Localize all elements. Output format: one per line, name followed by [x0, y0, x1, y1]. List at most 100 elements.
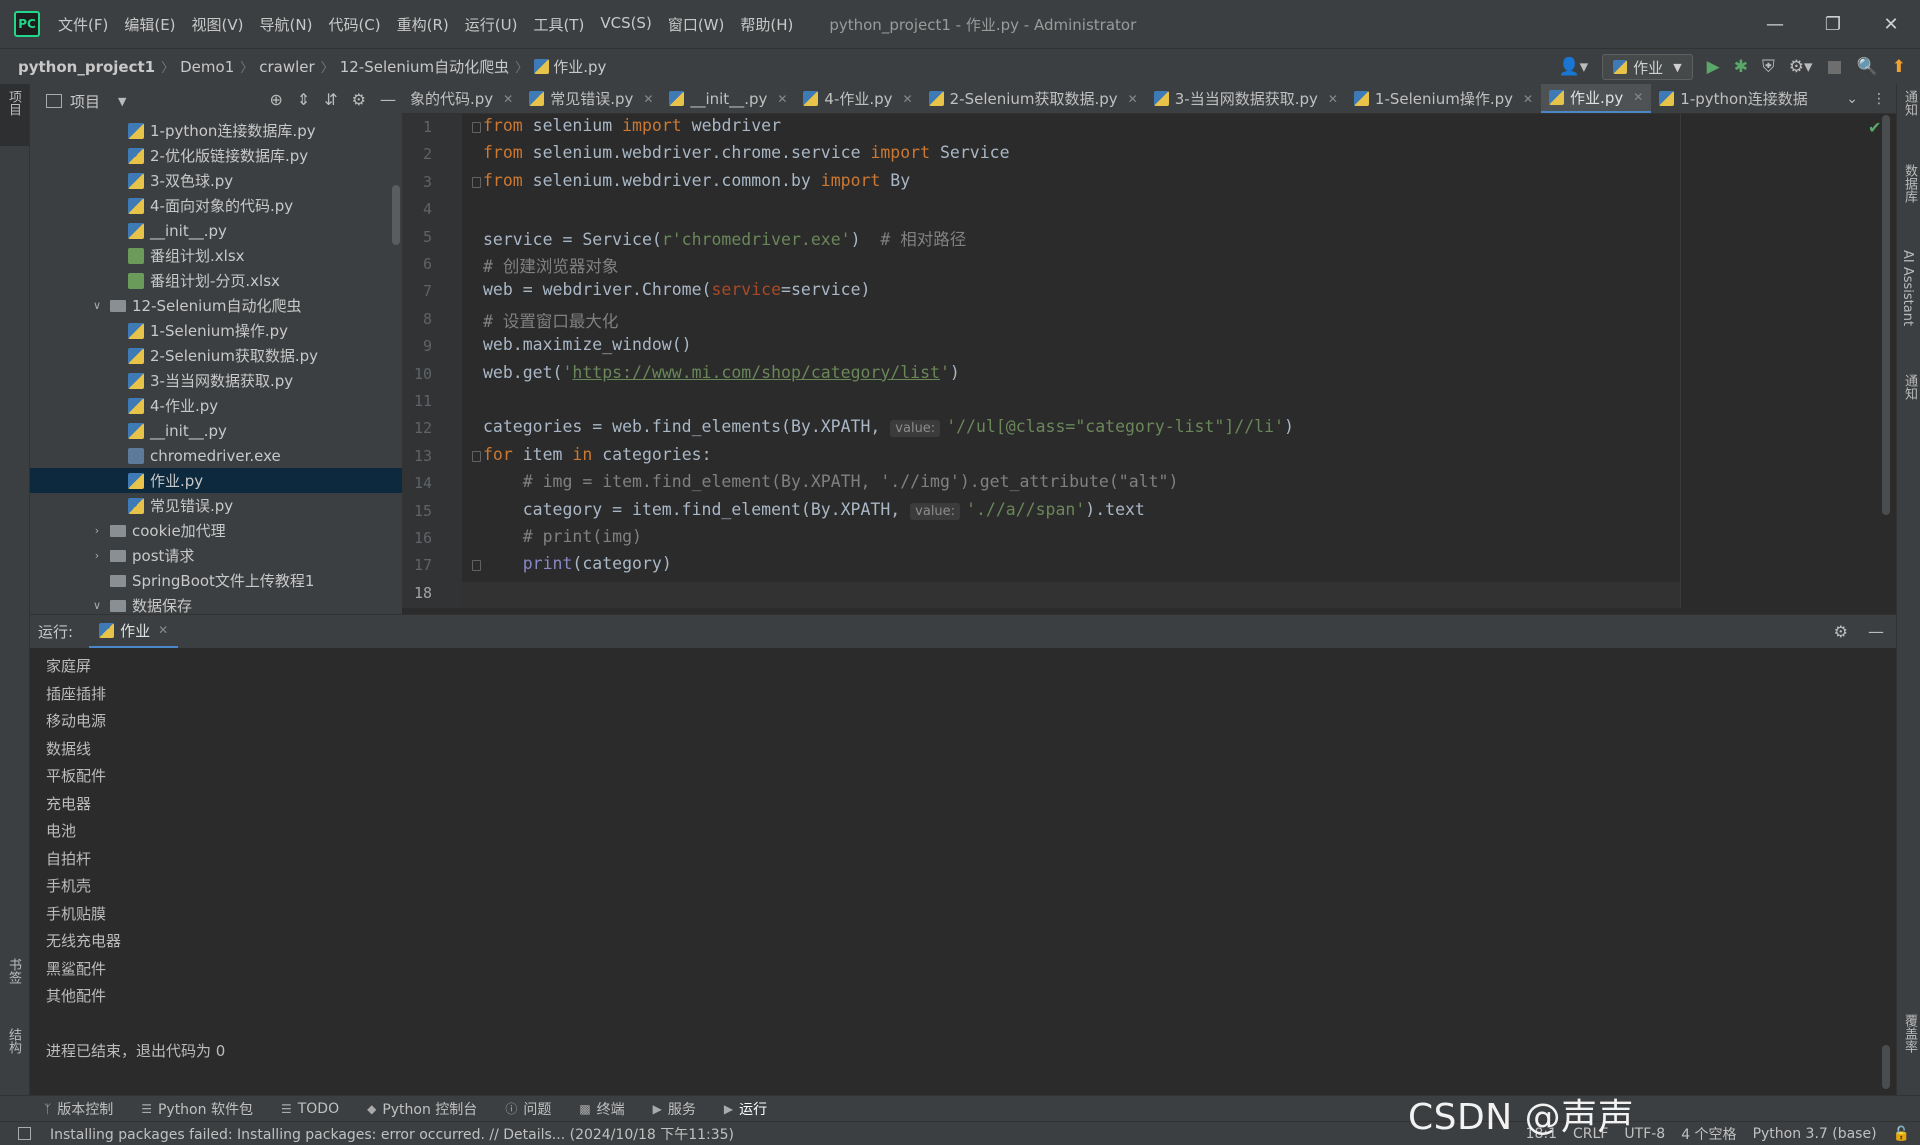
- fold-marker-icon[interactable]: [472, 176, 481, 188]
- bookmarks-tool-label[interactable]: 书签: [4, 958, 23, 984]
- menu-view[interactable]: 视图(V): [192, 14, 244, 35]
- tool-vcs[interactable]: ᛉ 版本控制: [44, 1099, 113, 1119]
- run-config-dropdown[interactable]: 作业 ▼: [1602, 54, 1693, 80]
- fold-marker-icon[interactable]: [472, 450, 481, 462]
- tree-file[interactable]: 常见错误.py: [30, 493, 402, 518]
- status-message[interactable]: Installing packages failed: Installing p…: [50, 1124, 734, 1144]
- breadcrumb-crawler[interactable]: crawler: [259, 58, 314, 76]
- tree-file[interactable]: 4-面向对象的代码.py: [30, 193, 402, 218]
- fold-marker-icon[interactable]: [472, 560, 481, 572]
- breadcrumb-demo1[interactable]: Demo1: [180, 58, 234, 76]
- tool-python-console[interactable]: ◆ Python 控制台: [367, 1099, 477, 1119]
- project-scrollbar[interactable]: [392, 185, 400, 245]
- code-line[interactable]: # print(img): [483, 527, 642, 546]
- tool-terminal[interactable]: ▩ 终端: [579, 1099, 624, 1119]
- tree-file[interactable]: 作业.py: [30, 468, 402, 493]
- run-tab[interactable]: 作业 ✕: [89, 615, 179, 649]
- settings-gear-icon[interactable]: ⚙: [1834, 622, 1848, 641]
- code-line[interactable]: web.get('https://www.mi.com/shop/categor…: [483, 363, 960, 382]
- console-scrollbar[interactable]: [1882, 1045, 1890, 1089]
- minimize-icon[interactable]: —: [1746, 14, 1804, 35]
- menu-help[interactable]: 帮助(H): [740, 14, 793, 35]
- close-tab-icon[interactable]: ✕: [1523, 92, 1533, 106]
- tree-file[interactable]: 2-Selenium获取数据.py: [30, 343, 402, 368]
- editor-tab[interactable]: 2-Selenium获取数据.py ✕: [921, 84, 1146, 113]
- editor-tab[interactable]: 4-作业.py ✕: [795, 84, 920, 113]
- breadcrumb-file[interactable]: 作业.py: [553, 56, 606, 77]
- tree-file[interactable]: 1-python连接数据库.py: [30, 118, 402, 143]
- notify-tool-label[interactable]: 通知: [1900, 374, 1919, 400]
- code-line[interactable]: web = webdriver.Chrome(service=service): [483, 280, 870, 299]
- user-icon[interactable]: 👤▾: [1558, 57, 1588, 77]
- run-console[interactable]: [30, 648, 1896, 1092]
- close-tab-icon[interactable]: ✕: [503, 92, 513, 106]
- locate-file-icon[interactable]: ⊕: [269, 90, 282, 109]
- close-tab-icon[interactable]: ✕: [158, 623, 168, 637]
- project-tool-label[interactable]: 项目: [4, 90, 23, 116]
- tree-folder[interactable]: ∨ 12-Selenium自动化爬虫: [30, 293, 402, 318]
- code-line[interactable]: category = item.find_element(By.XPATH, v…: [483, 500, 1145, 520]
- more-options-icon[interactable]: ⋮: [1872, 91, 1886, 107]
- code-line[interactable]: from selenium.webdriver.chrome.service i…: [483, 143, 1010, 162]
- fold-marker-icon[interactable]: [472, 122, 481, 133]
- hide-panel-icon[interactable]: —: [380, 90, 396, 109]
- settings-gear-icon[interactable]: ⚙: [352, 90, 366, 109]
- tree-file[interactable]: 3-当当网数据获取.py: [30, 368, 402, 393]
- code-line[interactable]: from selenium.webdriver.common.by import…: [483, 171, 910, 190]
- tree-file[interactable]: __init__.py: [30, 418, 402, 443]
- editor-tab[interactable]: __init__.py ✕: [661, 84, 795, 113]
- tool-todo[interactable]: ☰ TODO: [281, 1101, 339, 1117]
- code-line[interactable]: print(category): [483, 554, 672, 573]
- tree-file[interactable]: 番组计划.xlsx: [30, 243, 402, 268]
- editor-tab[interactable]: 3-当当网数据获取.py ✕: [1146, 84, 1346, 113]
- menu-vcs[interactable]: VCS(S): [600, 14, 651, 35]
- project-panel-title[interactable]: 项目: [70, 91, 100, 112]
- chevron-down-icon[interactable]: ∨: [90, 599, 104, 612]
- menu-refactor[interactable]: 重构(R): [397, 14, 449, 35]
- chevron-right-icon[interactable]: ›: [90, 524, 104, 537]
- coverage-tool-label[interactable]: 覆盖率: [1900, 1014, 1919, 1053]
- ai-assistant-tool-label[interactable]: AI Assistant: [1900, 250, 1915, 326]
- chevron-right-icon[interactable]: ›: [90, 549, 104, 562]
- chevron-down-icon[interactable]: ⌄: [1846, 91, 1858, 107]
- tool-services[interactable]: ▶ 服务: [653, 1099, 696, 1119]
- tree-folder[interactable]: › post请求: [30, 543, 402, 568]
- editor-tab[interactable]: 1-python连接数据: [1651, 84, 1815, 113]
- stop-icon[interactable]: ■: [1827, 57, 1843, 77]
- expand-all-icon[interactable]: ⇕: [297, 90, 310, 109]
- tool-run[interactable]: ▶ 运行: [724, 1099, 767, 1119]
- tree-file[interactable]: __init__.py: [30, 218, 402, 243]
- menu-file[interactable]: 文件(F): [58, 14, 108, 35]
- code-line[interactable]: categories = web.find_elements(By.XPATH,…: [483, 417, 1294, 438]
- tree-folder[interactable]: SpringBoot文件上传教程1: [30, 568, 402, 593]
- code-line[interactable]: web.maximize_window(): [483, 335, 692, 354]
- structure-tool-label[interactable]: 结构: [4, 1028, 23, 1054]
- code-line[interactable]: # 设置窗口最大化: [483, 308, 618, 332]
- code-line[interactable]: service = Service(r'chromedriver.exe') #…: [483, 226, 966, 250]
- editor-tab[interactable]: 1-Selenium操作.py ✕: [1346, 84, 1541, 113]
- editor-scrollbar[interactable]: [1882, 115, 1890, 515]
- close-tab-icon[interactable]: ✕: [777, 92, 787, 106]
- toggle-tool-windows-icon[interactable]: [18, 1127, 31, 1140]
- notifications-tool-label[interactable]: 通知: [1900, 90, 1919, 116]
- breadcrumb-project[interactable]: python_project1: [18, 58, 155, 76]
- tree-file[interactable]: 1-Selenium操作.py: [30, 318, 402, 343]
- search-icon[interactable]: 🔍: [1857, 57, 1878, 77]
- tree-file[interactable]: 4-作业.py: [30, 393, 402, 418]
- coverage-icon[interactable]: ⛨: [1762, 57, 1775, 77]
- profile-icon[interactable]: ⚙▾: [1789, 57, 1813, 77]
- menu-code[interactable]: 代码(C): [328, 14, 380, 35]
- editor-tab[interactable]: 常见错误.py ✕: [521, 84, 661, 113]
- chevron-down-icon[interactable]: ∨: [90, 299, 104, 312]
- update-icon[interactable]: ⬆: [1892, 57, 1906, 77]
- tree-file[interactable]: 番组计划-分页.xlsx: [30, 268, 402, 293]
- tree-file[interactable]: 3-双色球.py: [30, 168, 402, 193]
- database-tool-label[interactable]: 数据库: [1900, 164, 1919, 203]
- collapse-all-icon[interactable]: ⇵: [324, 90, 337, 109]
- tool-python-packages[interactable]: ☰ Python 软件包: [141, 1099, 253, 1119]
- menu-edit[interactable]: 编辑(E): [124, 14, 175, 35]
- menu-navigate[interactable]: 导航(N): [260, 14, 313, 35]
- menu-window[interactable]: 窗口(W): [668, 14, 725, 35]
- hide-panel-icon[interactable]: —: [1868, 622, 1884, 641]
- close-tab-icon[interactable]: ✕: [1128, 92, 1138, 106]
